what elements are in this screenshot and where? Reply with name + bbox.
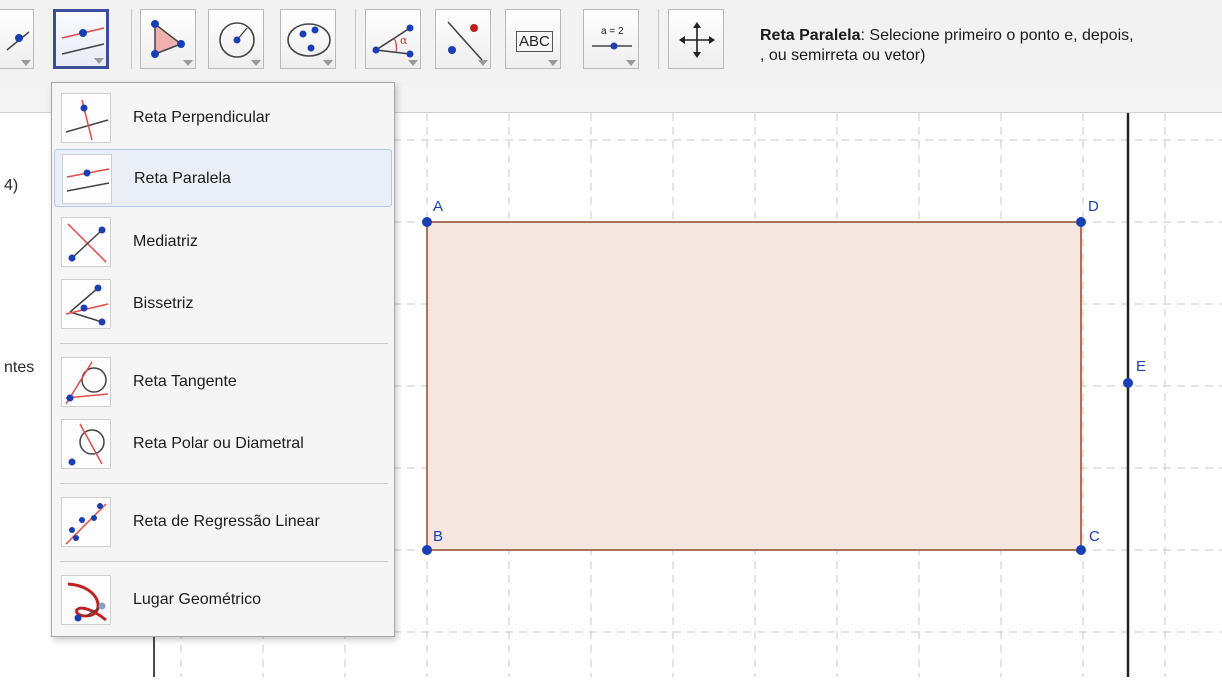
tool-dropdown-menu: Reta Perpendicular Reta Paralela Mediatr… bbox=[51, 82, 395, 637]
menu-item-label: Bissetriz bbox=[133, 295, 194, 312]
conic-tool-button[interactable] bbox=[280, 9, 336, 69]
circle-tool-button[interactable] bbox=[208, 9, 264, 69]
algebra-entry-fragment: ntes bbox=[4, 359, 35, 376]
menu-item-label: Reta Tangente bbox=[133, 373, 237, 390]
menu-item-polar-line[interactable]: Reta Polar ou Diametral bbox=[54, 415, 392, 473]
point-tool-button[interactable] bbox=[0, 9, 34, 69]
tool-help-text: Reta Paralela: Selecione primeiro o pont… bbox=[760, 26, 1222, 66]
text-tool-label: ABC bbox=[516, 31, 553, 52]
menu-item-label: Mediatriz bbox=[133, 233, 198, 250]
menu-separator bbox=[60, 483, 388, 484]
tool-help-title: Reta Paralela bbox=[760, 27, 861, 44]
toolbar-separator bbox=[658, 9, 659, 69]
point-a[interactable] bbox=[422, 217, 432, 227]
parallel-line-tool-button[interactable] bbox=[53, 9, 109, 69]
tool-dropdown-arrow bbox=[183, 60, 193, 66]
text-tool-button[interactable]: ABC bbox=[505, 9, 561, 69]
point-d[interactable] bbox=[1076, 217, 1086, 227]
angle-bisector-icon bbox=[61, 279, 111, 329]
point-b[interactable] bbox=[422, 545, 432, 555]
locus-icon bbox=[61, 575, 111, 625]
polygon-tool-button[interactable] bbox=[140, 9, 196, 69]
tool-dropdown-arrow bbox=[478, 60, 488, 66]
label-b: B bbox=[433, 528, 443, 545]
toolbar-separator bbox=[355, 9, 356, 69]
tool-dropdown-arrow bbox=[548, 60, 558, 66]
perpendicular-bisector-icon bbox=[61, 217, 111, 267]
menu-item-tangent-line[interactable]: Reta Tangente bbox=[54, 353, 392, 411]
toolbar-separator bbox=[131, 9, 132, 69]
parallel-line-icon bbox=[62, 154, 112, 204]
move-arrows-icon bbox=[679, 22, 715, 58]
tool-dropdown-arrow bbox=[408, 60, 418, 66]
tool-dropdown-arrow bbox=[251, 60, 261, 66]
menu-item-label: Reta Paralela bbox=[134, 170, 231, 187]
point-e[interactable] bbox=[1123, 378, 1133, 388]
move-view-tool-button[interactable] bbox=[668, 9, 724, 69]
algebra-entry-fragment: 4) bbox=[4, 177, 19, 194]
menu-item-label: Reta de Regressão Linear bbox=[133, 513, 320, 530]
polygon-abcd[interactable] bbox=[426, 221, 1082, 551]
label-c: C bbox=[1089, 528, 1100, 545]
tool-dropdown-arrow bbox=[626, 60, 636, 66]
menu-item-perpendicular-line[interactable]: Reta Perpendicular bbox=[54, 89, 392, 147]
reflect-tool-button[interactable] bbox=[435, 9, 491, 69]
label-e: E bbox=[1136, 358, 1146, 375]
menu-item-angle-bisector[interactable]: Bissetriz bbox=[54, 275, 392, 333]
menu-item-perpendicular-bisector[interactable]: Mediatriz bbox=[54, 213, 392, 271]
angle-tool-button[interactable]: α bbox=[365, 9, 421, 69]
polar-line-icon bbox=[61, 419, 111, 469]
svg-text:α: α bbox=[400, 34, 408, 47]
menu-item-locus[interactable]: Lugar Geométrico bbox=[54, 571, 392, 629]
menu-item-label: Reta Polar ou Diametral bbox=[133, 435, 304, 452]
tool-dropdown-arrow bbox=[21, 60, 31, 66]
menu-item-best-fit-line[interactable]: Reta de Regressão Linear bbox=[54, 493, 392, 551]
tool-help-desc-line2: , ou semirreta ou vetor) bbox=[760, 47, 926, 64]
tangent-line-icon bbox=[61, 357, 111, 407]
tool-dropdown-arrow bbox=[94, 58, 104, 64]
label-a: A bbox=[433, 198, 443, 215]
menu-separator bbox=[60, 343, 388, 344]
best-fit-line-icon bbox=[61, 497, 111, 547]
tool-help-desc: : Selecione primeiro o ponto e, depois, bbox=[860, 27, 1134, 44]
slider-tool-button[interactable]: a = 2 bbox=[583, 9, 639, 69]
tool-dropdown-arrow bbox=[323, 60, 333, 66]
label-d: D bbox=[1088, 198, 1099, 215]
toolbar: α ABC a = 2 Reta Paralela: Selecione pri… bbox=[0, 0, 1222, 87]
menu-item-label: Reta Perpendicular bbox=[133, 109, 270, 126]
perpendicular-line-icon bbox=[61, 93, 111, 143]
menu-item-parallel-line[interactable]: Reta Paralela bbox=[54, 149, 392, 207]
menu-separator bbox=[60, 561, 388, 562]
point-c[interactable] bbox=[1076, 545, 1086, 555]
menu-item-label: Lugar Geométrico bbox=[133, 591, 262, 608]
